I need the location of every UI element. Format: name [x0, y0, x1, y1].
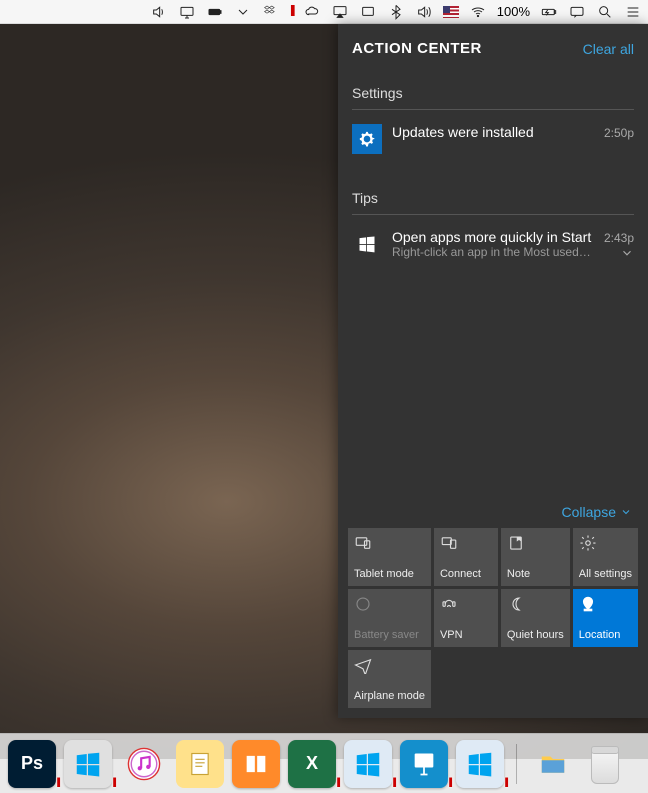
parallels-badge-icon: II [112, 774, 114, 790]
clear-all-link[interactable]: Clear all [583, 41, 634, 57]
divider [352, 109, 634, 110]
monitor-icon[interactable] [178, 3, 196, 21]
battery-icon [354, 595, 425, 616]
quick-action-quiet[interactable]: Quiet hours [501, 589, 570, 647]
quick-action-label: Connect [440, 568, 492, 580]
moon-icon [507, 595, 564, 616]
spotlight-search-icon[interactable] [596, 3, 614, 21]
dock-app-excel[interactable]: XII [288, 740, 336, 788]
cloud-sync-icon[interactable] [303, 3, 321, 21]
bluetooth-icon[interactable] [387, 3, 405, 21]
windows-logo-icon [352, 229, 382, 259]
action-center-panel: ACTION CENTER Clear all Settings Updates… [338, 24, 648, 718]
location-icon [579, 595, 632, 616]
notification-title: Updates were installed [392, 124, 594, 140]
quick-action-label: Note [507, 568, 564, 580]
chevron-down-icon[interactable] [234, 3, 252, 21]
input-flag-us-icon[interactable] [443, 6, 459, 18]
dock-app-win2[interactable]: II [344, 740, 392, 788]
messages-icon[interactable] [568, 3, 586, 21]
divider [352, 214, 634, 215]
display-icon[interactable] [359, 3, 377, 21]
action-center-title: ACTION CENTER [352, 40, 482, 57]
notification-time: 2:43p [604, 229, 634, 245]
volume-icon[interactable] [150, 3, 168, 21]
notification-settings-update[interactable]: Updates were installed 2:50p [352, 120, 634, 162]
airplane-icon [354, 656, 425, 677]
quick-action-label: All settings [579, 568, 632, 580]
parallels-badge-icon: II [504, 774, 506, 790]
notification-subtitle: Right-click an app in the Most used sect… [392, 245, 594, 259]
quick-action-label: VPN [440, 629, 492, 641]
quick-action-label: Tablet mode [354, 568, 425, 580]
tablet-icon [354, 534, 425, 555]
dock-app-win3[interactable]: II [456, 740, 504, 788]
quick-action-label: Quiet hours [507, 629, 564, 641]
notification-tips-start[interactable]: Open apps more quickly in Start Right-cl… [352, 225, 634, 267]
parallels-icon[interactable]: II [290, 3, 293, 21]
sound-icon[interactable] [415, 3, 433, 21]
quick-action-vpn[interactable]: VPN [434, 589, 498, 647]
notification-center-icon[interactable] [624, 3, 642, 21]
dock-app-keynote[interactable]: II [400, 740, 448, 788]
gear-icon [579, 534, 632, 555]
airplay-icon[interactable] [331, 3, 349, 21]
quick-action-label: Airplane mode [354, 690, 425, 702]
dock-app-ibooks[interactable] [232, 740, 280, 788]
dock-app-itunes[interactable] [120, 740, 168, 788]
collapse-label: Collapse [562, 504, 616, 520]
quick-action-connect[interactable]: Connect [434, 528, 498, 586]
quick-action-airplane[interactable]: Airplane mode [348, 650, 431, 708]
chevron-down-icon[interactable] [620, 246, 634, 265]
notification-title: Open apps more quickly in Start [392, 229, 594, 245]
dock-app-photoshop[interactable]: PsII [8, 740, 56, 788]
parallels-badge-icon: II [448, 774, 450, 790]
mac-dock: PsIIIIXIIIIIIII [0, 733, 648, 793]
mac-menubar: II 100% [0, 0, 648, 24]
dock-app-pages[interactable] [176, 740, 224, 788]
quick-action-tablet[interactable]: Tablet mode [348, 528, 431, 586]
quick-action-note[interactable]: Note [501, 528, 570, 586]
gear-icon [352, 124, 382, 154]
parallels-badge-icon: II [56, 774, 58, 790]
quick-actions-grid: Tablet mode Connect Note All settings Batter… [348, 528, 638, 708]
battery-menu-icon[interactable] [206, 3, 224, 21]
section-header-settings: Settings [352, 85, 634, 101]
chevron-down-icon [620, 506, 632, 518]
quick-action-label: Location [579, 629, 632, 641]
quick-action-settings[interactable]: All settings [573, 528, 638, 586]
dock-app-explorer[interactable] [529, 740, 577, 788]
quick-action-location[interactable]: Location [573, 589, 638, 647]
connect-icon [440, 534, 492, 555]
quick-action-battery: Battery saver [348, 589, 431, 647]
section-header-tips: Tips [352, 190, 634, 206]
vpn-icon [440, 595, 492, 616]
quick-action-label: Battery saver [354, 629, 425, 641]
collapse-link[interactable]: Collapse [562, 504, 632, 520]
dock-separator [516, 744, 517, 784]
battery-percent[interactable]: 100% [497, 4, 530, 19]
wifi-icon[interactable] [469, 3, 487, 21]
parallels-badge-icon: II [392, 774, 394, 790]
notification-time: 2:50p [604, 124, 634, 140]
battery-charging-icon[interactable] [540, 3, 558, 21]
parallels-badge-icon: II [336, 774, 338, 790]
dock-app-windows[interactable]: II [64, 740, 112, 788]
trash-icon[interactable] [585, 742, 625, 786]
note-icon [507, 534, 564, 555]
dropbox-icon[interactable] [262, 3, 280, 21]
